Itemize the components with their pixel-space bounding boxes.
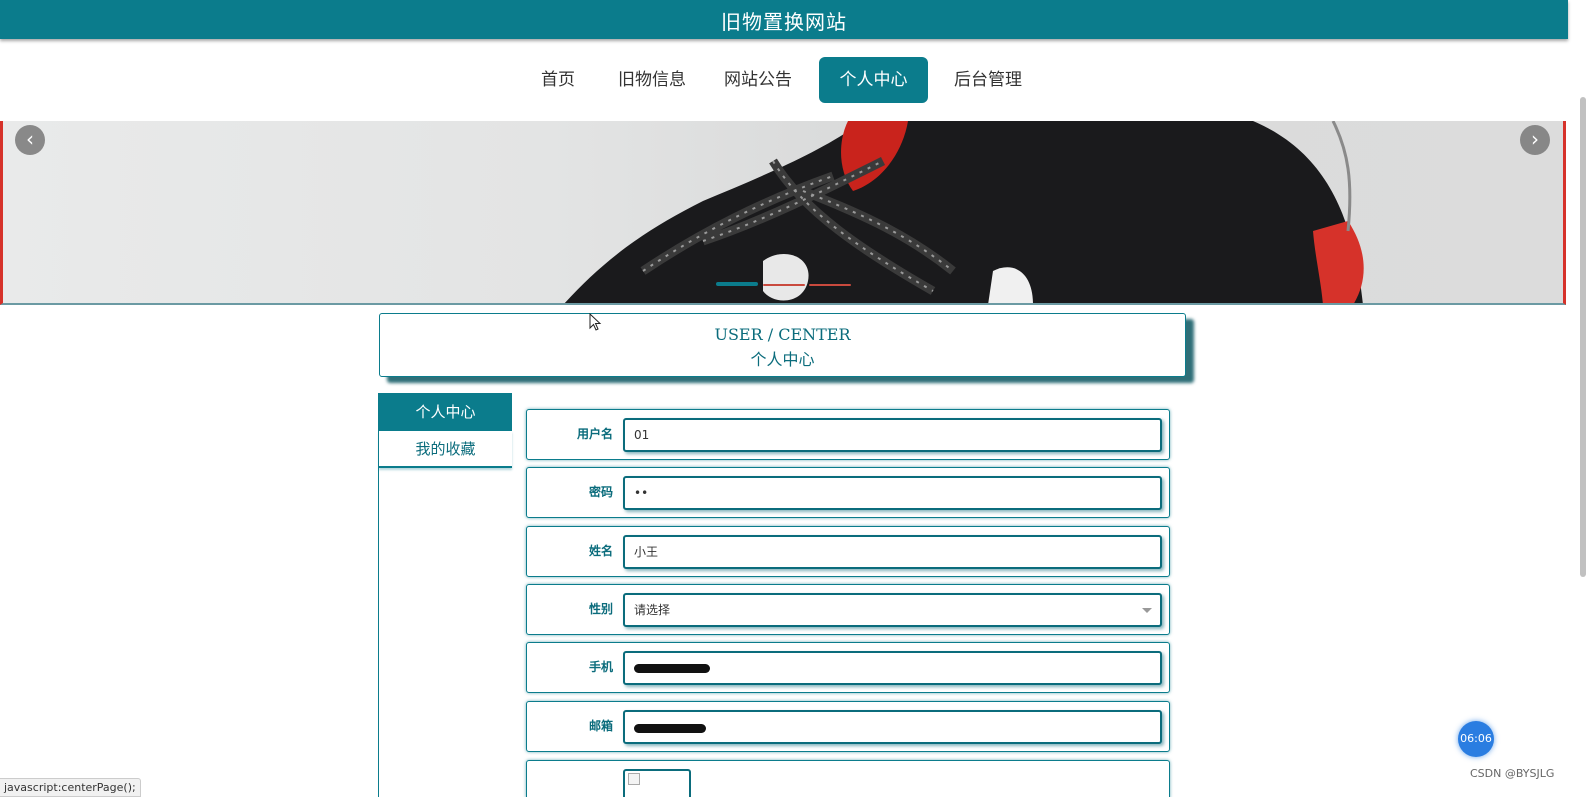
carousel-prev-icon[interactable]: ‹ (15, 125, 45, 155)
form-row-avatar (526, 760, 1170, 797)
nav-home[interactable]: 首页 (530, 57, 586, 103)
recording-timer[interactable]: 06:06 (1458, 721, 1494, 757)
avatar-image[interactable] (623, 769, 691, 797)
watermark: CSDN @BYSJLG (1470, 767, 1555, 780)
site-title: 旧物置换网站 (721, 10, 847, 34)
banner-image (564, 121, 1364, 303)
top-header: 旧物置换网站 (0, 0, 1568, 39)
username-label: 用户名 (576, 427, 613, 441)
password-label: 密码 (588, 485, 613, 499)
gender-label: 性别 (588, 602, 613, 616)
carousel-dot-1[interactable] (716, 282, 758, 286)
password-input[interactable]: •• (623, 476, 1162, 510)
page-scrollbar[interactable] (1580, 97, 1586, 577)
user-sidebar: 个人中心 我的收藏 (378, 393, 512, 797)
carousel-dot-3[interactable] (809, 284, 851, 286)
form-row-gender: 性别 请选择 (526, 584, 1170, 635)
broken-image-icon (628, 773, 640, 785)
phone-input[interactable] (623, 651, 1162, 685)
phone-label: 手机 (588, 660, 613, 674)
mouse-cursor-icon (589, 313, 602, 331)
nav-items-info[interactable]: 旧物信息 (610, 57, 694, 103)
carousel-next-icon[interactable]: › (1520, 125, 1550, 155)
form-row-name: 姓名 小王 (526, 526, 1170, 577)
nav-announcements[interactable]: 网站公告 (716, 57, 800, 103)
name-input[interactable]: 小王 (623, 535, 1162, 569)
gender-select[interactable]: 请选择 (623, 593, 1162, 627)
carousel-dot-2[interactable] (763, 284, 805, 286)
sidebar-item-favorites[interactable]: 我的收藏 (379, 431, 512, 468)
form-row-email: 邮箱 (526, 701, 1170, 752)
username-input[interactable]: 01 (623, 418, 1162, 452)
nav-admin[interactable]: 后台管理 (945, 57, 1031, 103)
email-label: 邮箱 (588, 719, 613, 733)
form-row-phone: 手机 (526, 642, 1170, 693)
form-row-username: 用户名 01 (526, 409, 1170, 460)
chevron-down-icon (1142, 608, 1152, 613)
email-input[interactable] (623, 710, 1162, 744)
gender-selected-value: 请选择 (634, 603, 671, 617)
main-nav: 首页 旧物信息 网站公告 个人中心 后台管理 (0, 57, 1568, 103)
section-header: USER / CENTER 个人中心 (379, 313, 1186, 377)
status-bar-url: javascript:centerPage(); (0, 778, 141, 797)
name-label: 姓名 (588, 544, 613, 558)
sidebar-item-user-center[interactable]: 个人中心 (379, 393, 512, 431)
nav-user-center[interactable]: 个人中心 (819, 57, 928, 103)
section-title-zh: 个人中心 (750, 350, 815, 369)
banner-carousel[interactable]: ‹ › (0, 121, 1566, 305)
redaction-scribble (634, 664, 710, 673)
redaction-scribble (634, 724, 706, 733)
form-row-password: 密码 •• (526, 467, 1170, 518)
section-title-en: USER / CENTER (714, 325, 851, 344)
